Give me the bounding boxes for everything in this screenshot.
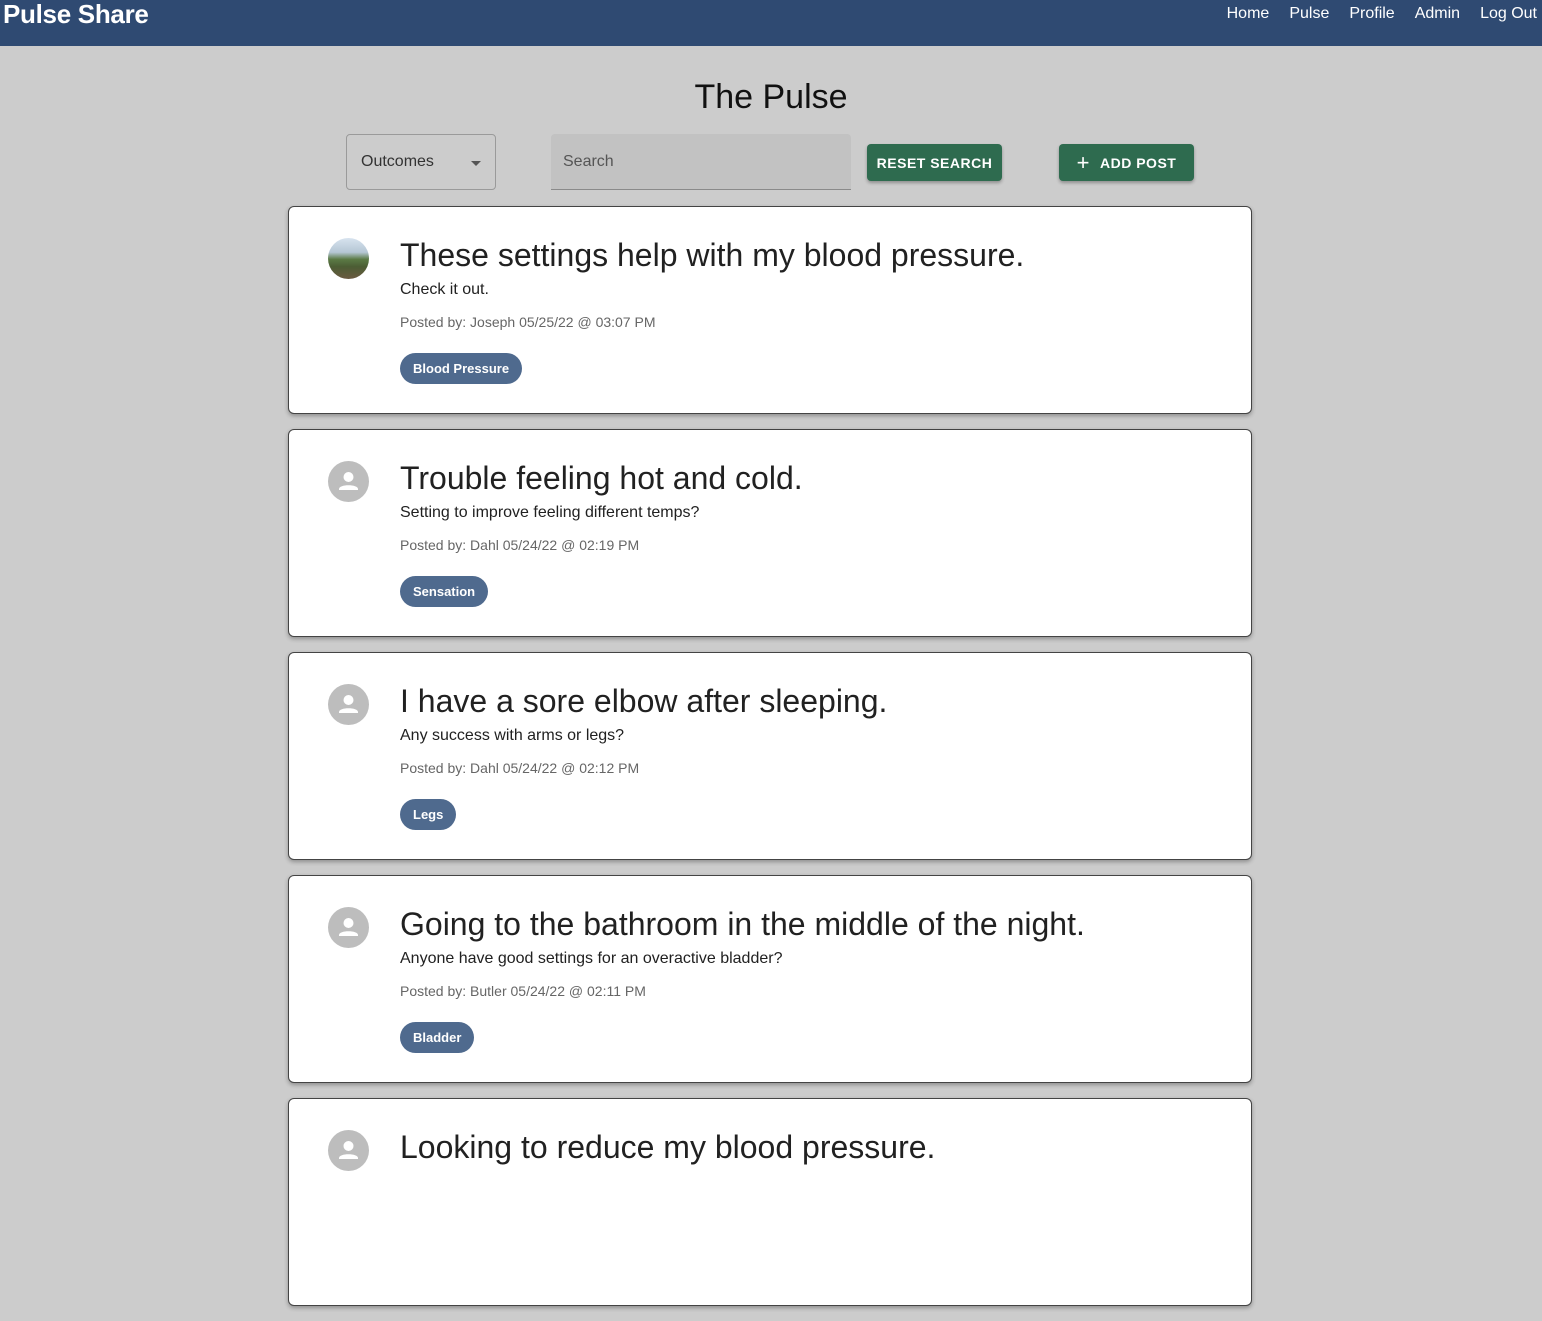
- nav-links: Home Pulse Profile Admin Log Out: [1207, 0, 1542, 23]
- nav-link-profile[interactable]: Profile: [1349, 5, 1394, 23]
- post-body: Setting to improve feeling different tem…: [400, 504, 700, 521]
- avatar[interactable]: [328, 684, 369, 725]
- post-meta: Posted by: Dahl 05/24/22 @ 02:19 PM: [400, 537, 640, 553]
- post-list: These settings help with my blood pressu…: [288, 206, 1252, 1321]
- post-meta: Posted by: Dahl 05/24/22 @ 02:12 PM: [400, 760, 640, 776]
- avatar[interactable]: [328, 1130, 369, 1171]
- add-post-button[interactable]: + ADD POST: [1059, 144, 1194, 181]
- post-tag[interactable]: Legs: [400, 799, 457, 830]
- nav-link-admin[interactable]: Admin: [1415, 5, 1460, 23]
- navbar: Pulse Share Home Pulse Profile Admin Log…: [0, 0, 1542, 46]
- post-tag[interactable]: Sensation: [400, 576, 489, 607]
- post-card[interactable]: I have a sore elbow after sleeping. Any …: [288, 652, 1252, 860]
- post-tag[interactable]: Bladder: [400, 1022, 475, 1053]
- reset-search-label: RESET SEARCH: [876, 154, 993, 171]
- nav-link-pulse[interactable]: Pulse: [1289, 5, 1329, 23]
- person-icon: [339, 918, 358, 936]
- search-input[interactable]: [551, 134, 851, 189]
- nav-link-home[interactable]: Home: [1227, 5, 1270, 23]
- post-title[interactable]: These settings help with my blood pressu…: [400, 237, 1024, 274]
- person-icon: [339, 472, 358, 490]
- add-post-label: ADD POST: [1100, 154, 1177, 171]
- search-field[interactable]: [551, 134, 851, 190]
- post-card[interactable]: Going to the bathroom in the middle of t…: [288, 875, 1252, 1083]
- avatar-photo[interactable]: [328, 238, 369, 279]
- post-card[interactable]: Trouble feeling hot and cold. Setting to…: [288, 429, 1252, 637]
- avatar[interactable]: [328, 907, 369, 948]
- post-body: Any success with arms or legs?: [400, 727, 625, 744]
- post-title[interactable]: Trouble feeling hot and cold.: [400, 460, 803, 497]
- nav-link-logout[interactable]: Log Out: [1480, 5, 1537, 23]
- page-title: The Pulse: [694, 78, 848, 116]
- reset-search-button[interactable]: RESET SEARCH: [867, 144, 1002, 181]
- post-body: Anyone have good settings for an overact…: [400, 950, 783, 967]
- post-title[interactable]: Looking to reduce my blood pressure.: [400, 1129, 935, 1166]
- person-icon: [339, 695, 358, 713]
- outcomes-select[interactable]: Outcomes: [346, 134, 496, 190]
- avatar[interactable]: [328, 461, 369, 502]
- outcomes-select-value: Outcomes: [361, 153, 434, 170]
- post-title[interactable]: I have a sore elbow after sleeping.: [400, 683, 887, 720]
- brand-logo[interactable]: Pulse Share: [0, 0, 149, 28]
- plus-icon: +: [1076, 149, 1090, 175]
- post-tag[interactable]: Blood Pressure: [400, 353, 523, 384]
- post-meta: Posted by: Butler 05/24/22 @ 02:11 PM: [400, 983, 646, 999]
- post-body: Check it out.: [400, 281, 489, 298]
- post-meta: Posted by: Joseph 05/25/22 @ 03:07 PM: [400, 314, 656, 330]
- post-title[interactable]: Going to the bathroom in the middle of t…: [400, 906, 1085, 943]
- post-card[interactable]: Looking to reduce my blood pressure.: [288, 1098, 1252, 1306]
- person-icon: [339, 1141, 358, 1159]
- dropdown-arrow-icon: [471, 161, 481, 166]
- post-card[interactable]: These settings help with my blood pressu…: [288, 206, 1252, 414]
